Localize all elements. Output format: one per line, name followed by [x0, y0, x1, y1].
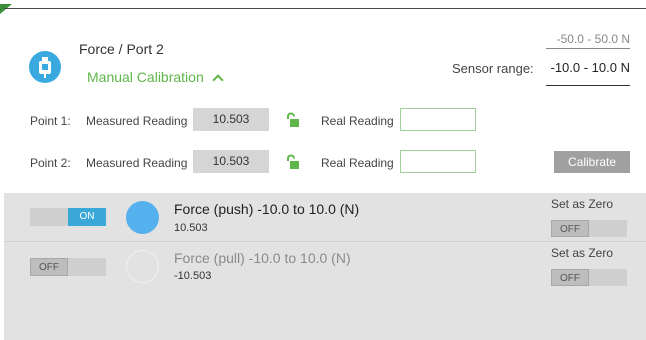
manual-calibration-label: Manual Calibration: [87, 69, 204, 85]
calibration-point-1: Point 1: Measured Reading 10.503 Real Re…: [0, 108, 646, 134]
force-sensor-icon: [29, 51, 61, 83]
sensor-name: Force (push) -10.0 to 10.0 (N): [174, 201, 360, 217]
measured-reading-label: Measured Reading: [86, 114, 188, 128]
sensor-color-dot[interactable]: [126, 250, 159, 283]
real-reading-label: Real Reading: [321, 114, 394, 128]
real-reading-input[interactable]: [400, 150, 476, 173]
calibrate-button[interactable]: Calibrate: [554, 151, 630, 173]
chevron-up-icon: [212, 73, 224, 86]
toggle-off-knob: OFF: [30, 258, 68, 276]
point-label: Point 2:: [30, 156, 71, 170]
point-label: Point 1:: [30, 114, 71, 128]
set-as-zero-toggle[interactable]: OFF: [551, 220, 627, 237]
toggle-on-knob: ON: [68, 208, 106, 226]
sensor-row-pull[interactable]: OFF Force (pull) -10.0 to 10.0 (N) -10.5…: [4, 242, 646, 291]
sensor-enable-toggle[interactable]: OFF: [30, 258, 106, 276]
calibration-point-2: Point 2: Measured Reading 10.503 Real Re…: [0, 150, 646, 176]
sensor-enable-toggle[interactable]: ON: [30, 208, 106, 226]
set-as-zero-label: Set as Zero: [551, 246, 614, 260]
sensor-range-label: Sensor range:: [452, 61, 534, 76]
set-as-zero-label: Set as Zero: [551, 197, 614, 211]
page-title: Force / Port 2: [79, 41, 164, 57]
set-as-zero-toggle[interactable]: OFF: [551, 269, 627, 286]
toggle-off-knob: OFF: [551, 269, 589, 286]
sensor-color-dot[interactable]: [126, 201, 159, 234]
sensor-list: ON Force (push) -10.0 to 10.0 (N) 10.503…: [4, 193, 646, 340]
sensor-value: 10.503: [174, 222, 208, 234]
top-divider: [4, 8, 646, 9]
measured-reading-label: Measured Reading: [86, 156, 188, 170]
toggle-off-knob: OFF: [551, 220, 589, 237]
sensor-range-select[interactable]: -10.0 - 10.0 N: [546, 60, 630, 86]
unlock-icon[interactable]: [284, 154, 300, 170]
top-bar: [0, 0, 646, 8]
real-reading-label: Real Reading: [321, 156, 394, 170]
unlock-icon[interactable]: [284, 112, 300, 128]
sensor-range-option[interactable]: -50.0 - 50.0 N: [546, 32, 630, 49]
manual-calibration-toggle[interactable]: Manual Calibration: [87, 69, 224, 86]
sensor-row-push[interactable]: ON Force (push) -10.0 to 10.0 (N) 10.503…: [4, 193, 646, 242]
corner-accent: [0, 4, 12, 14]
measured-reading-value: 10.503: [193, 150, 269, 173]
sensor-value: -10.503: [174, 270, 212, 282]
sensor-name: Force (pull) -10.0 to 10.0 (N): [174, 250, 351, 266]
real-reading-input[interactable]: [400, 108, 476, 131]
measured-reading-value: 10.503: [193, 108, 269, 131]
